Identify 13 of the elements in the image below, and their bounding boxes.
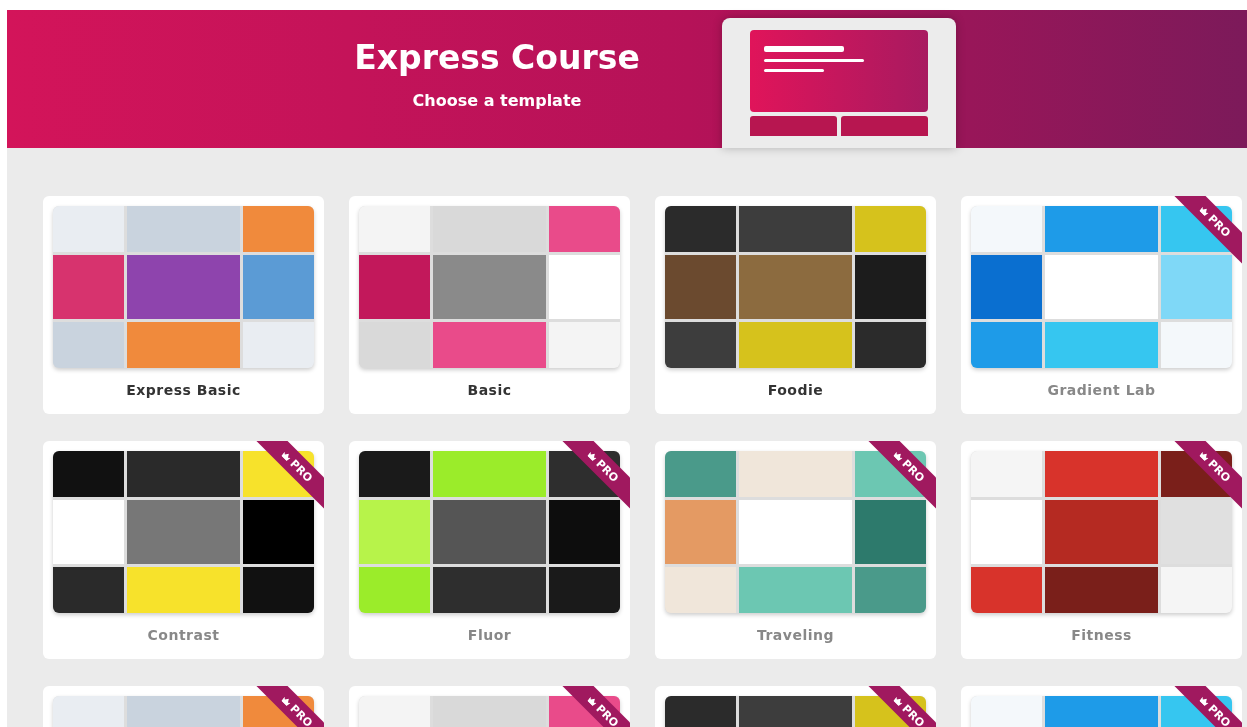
- template-card[interactable]: Express Basic: [43, 196, 324, 414]
- template-name: Gradient Lab: [1046, 382, 1157, 398]
- template-card[interactable]: Basic: [349, 196, 630, 414]
- template-name: Contrast: [146, 627, 221, 643]
- template-name: Fluor: [466, 627, 513, 643]
- page-title: Express Course: [354, 38, 640, 77]
- template-name: Basic: [466, 382, 513, 398]
- template-card[interactable]: Foodie: [655, 196, 936, 414]
- template-name: Fitness: [1070, 627, 1133, 643]
- template-name: Traveling: [755, 627, 836, 643]
- template-name: Foodie: [766, 382, 825, 398]
- page-subtitle: Choose a template: [412, 91, 582, 110]
- template-name: Express Basic: [125, 382, 242, 398]
